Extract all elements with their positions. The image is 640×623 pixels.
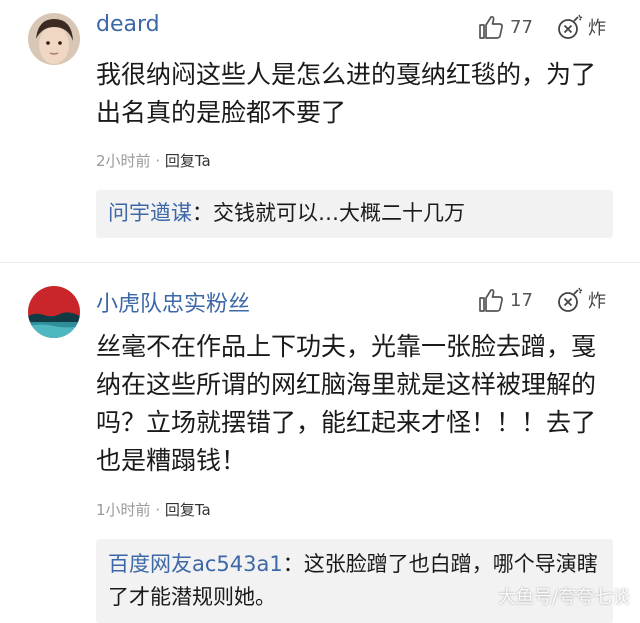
boom-button[interactable]: 炸 xyxy=(556,13,606,41)
reply-content: 交钱就可以…大概二十几万 xyxy=(213,201,465,225)
avatar[interactable] xyxy=(28,286,80,338)
like-count: 17 xyxy=(510,289,533,311)
bomb-icon xyxy=(558,287,583,312)
comment-meta: 2小时前 · 回复Ta xyxy=(96,150,211,171)
reply-colon: ： xyxy=(192,201,213,225)
boom-label: 炸 xyxy=(588,291,606,312)
reply-colon: ： xyxy=(282,552,304,576)
comment-text: 我很纳闷这些人是怎么进的戛纳红毯的，为了出名真的是脸都不要了 xyxy=(96,60,597,127)
thumbs-up-icon xyxy=(479,288,503,312)
avatar[interactable] xyxy=(28,13,80,65)
reply-text-line: 问宇遒谋：交钱就可以…大概二十几万 xyxy=(108,197,598,230)
timestamp: 2小时前 xyxy=(96,152,151,170)
separator: · xyxy=(150,152,165,170)
comment-text: 丝毫不在作品上下功夫，光靠一张脸去蹭，戛纳在这些所谓的网红脑海里就是这样被理解的… xyxy=(96,332,597,475)
like-button[interactable]: 77 xyxy=(478,14,533,40)
timestamp: 1小时前 xyxy=(96,501,151,519)
boom-label: 炸 xyxy=(588,18,606,39)
watermark: 大鱼号/夸夸七谈 xyxy=(497,587,630,608)
bomb-icon xyxy=(558,14,583,39)
comment-meta: 1小时前 · 回复Ta xyxy=(96,499,211,520)
reply-box[interactable]: 问宇遒谋：交钱就可以…大概二十几万 xyxy=(96,190,613,238)
reply-username[interactable]: 百度网友ac543a1 xyxy=(108,552,283,576)
thumbs-up-icon xyxy=(479,15,503,39)
username[interactable]: 小虎队忠实粉丝 xyxy=(96,286,250,318)
divider xyxy=(0,262,640,263)
reply-link[interactable]: 回复Ta xyxy=(165,152,211,170)
reply-link[interactable]: 回复Ta xyxy=(165,501,211,519)
boom-button[interactable]: 炸 xyxy=(556,286,606,314)
reply-username[interactable]: 问宇遒谋 xyxy=(108,201,192,225)
reply-box[interactable]: 百度网友ac543a1：这张脸蹭了也白蹭，哪个导演瞎了才能潜规则她。 xyxy=(96,539,613,623)
like-button[interactable]: 17 xyxy=(478,287,533,313)
separator: · xyxy=(150,501,165,519)
username[interactable]: deard xyxy=(96,12,160,37)
like-count: 77 xyxy=(510,16,533,38)
